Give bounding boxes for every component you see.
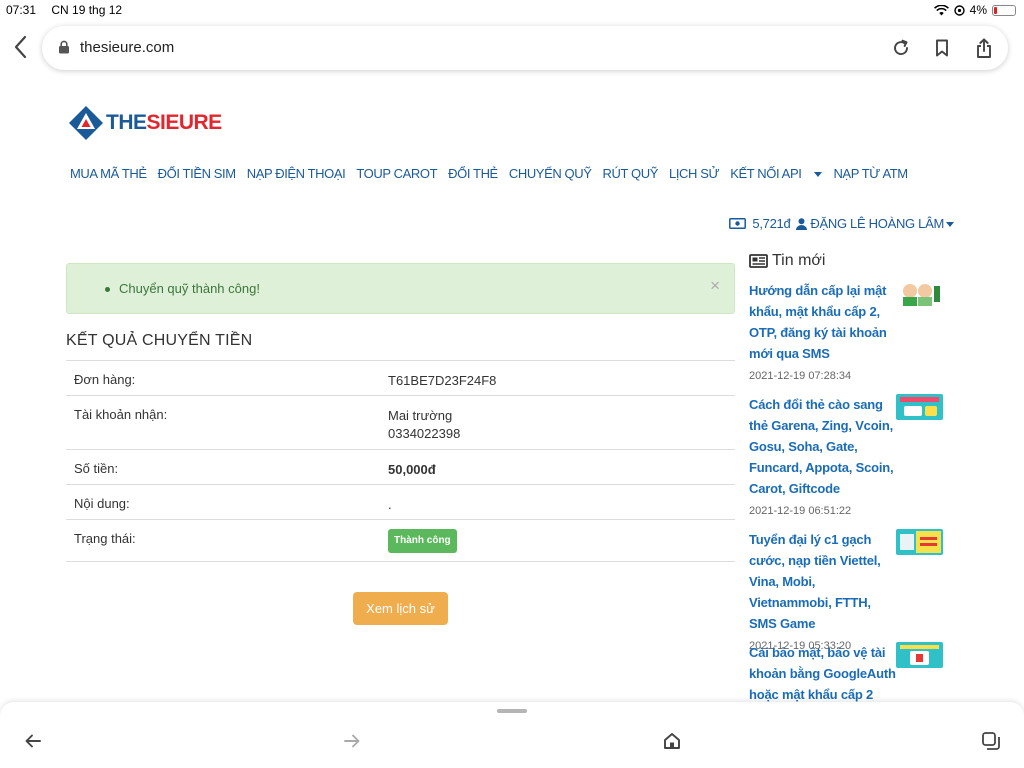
news-item[interactable]: Cài bảo mật, bảo vệ tài khoản bằng Googl… — [749, 642, 949, 705]
nav-rut-quy[interactable]: RÚT QUỸ — [603, 166, 659, 181]
order-id: T61BE7D23F24F8 — [388, 373, 497, 388]
table-row-order: Đơn hàng: T61BE7D23F24F8 — [66, 360, 735, 395]
tabs-icon[interactable] — [980, 730, 1002, 752]
news-title[interactable]: Tuyển đại lý c1 gạch cước, nạp tiền Viet… — [749, 529, 899, 634]
sidebar-title: Tin mới — [749, 252, 825, 270]
nav-chuyen-quy[interactable]: CHUYỂN QUỸ — [509, 166, 592, 181]
alert-message: Chuyển quỹ thành công! — [119, 281, 260, 296]
sidebar-title-text: Tin mới — [772, 252, 826, 269]
main-nav: MUA MÃ THẺ ĐỔI TIỀN SIM NẠP ĐIỆN THOẠI T… — [70, 166, 919, 181]
news-title[interactable]: Hướng dẫn cấp lại mật khẩu, mật khẩu cấp… — [749, 280, 899, 364]
home-icon[interactable] — [661, 730, 683, 752]
news-date: 2021-12-19 06:51:22 — [749, 505, 852, 517]
news-thumbnail[interactable] — [896, 280, 943, 306]
amount-value: 50,000đ — [388, 462, 436, 477]
sheet-handle[interactable] — [497, 709, 527, 713]
row-label: Tài khoản nhận: — [74, 407, 168, 422]
back-chevron-icon[interactable] — [10, 34, 32, 60]
close-icon[interactable]: × — [710, 276, 720, 296]
receiver-phone: 0334022398 — [388, 426, 461, 441]
wallet-balance[interactable]: 5,721đ — [752, 216, 790, 231]
news-date: 2021-12-19 07:28:34 — [749, 370, 852, 382]
battery-percent: 4% — [969, 3, 987, 17]
receiver-value: Mai trường 0334022398 — [388, 407, 460, 443]
row-label: Đơn hàng: — [74, 372, 136, 387]
location-lock-icon — [953, 4, 965, 16]
logo-text-the: THE — [106, 111, 147, 134]
row-label: Trạng thái: — [74, 531, 136, 546]
content-value: . — [388, 497, 392, 512]
table-row-content: Nội dung: . — [66, 484, 735, 519]
news-thumbnail[interactable] — [896, 529, 943, 555]
row-label: Nội dung: — [74, 496, 130, 511]
caret-down-icon — [946, 222, 954, 228]
success-alert: Chuyển quỹ thành công! × — [66, 263, 735, 314]
nav-ket-noi-api[interactable]: KẾT NỐI API — [730, 166, 823, 181]
table-row-amount: Số tiền: 50,000đ — [66, 449, 735, 484]
news-thumbnail[interactable] — [896, 394, 943, 420]
news-title[interactable]: Cài bảo mật, bảo vệ tài khoản bằng Googl… — [749, 642, 899, 705]
wifi-icon — [933, 4, 949, 15]
address-bar[interactable]: thesieure.com — [42, 26, 1008, 70]
bookmark-icon[interactable] — [931, 37, 953, 59]
news-item[interactable]: Tuyển đại lý c1 gạch cước, nạp tiền Viet… — [749, 529, 949, 652]
news-item[interactable]: Cách đổi thẻ cào sang thẻ Garena, Zing, … — [749, 394, 949, 517]
section-title: KẾT QUẢ CHUYỂN TIỀN — [66, 332, 253, 349]
nav-nap-dien-thoai[interactable]: NẠP ĐIỆN THOẠI — [247, 166, 346, 181]
news-title[interactable]: Cách đổi thẻ cào sang thẻ Garena, Zing, … — [749, 394, 899, 499]
nav-mua-ma-the[interactable]: MUA MÃ THẺ — [70, 166, 147, 181]
user-menu[interactable]: ĐẶNG LÊ HOÀNG LÂM — [810, 216, 954, 231]
result-table: Đơn hàng: T61BE7D23F24F8 Tài khoản nhận:… — [66, 360, 735, 562]
nav-doi-tien-sim[interactable]: ĐỔI TIỀN SIM — [158, 166, 236, 181]
newspaper-icon — [749, 254, 768, 268]
status-bar: 07:31 CN 19 thg 12 4% — [0, 0, 1024, 20]
news-item[interactable]: Hướng dẫn cấp lại mật khẩu, mật khẩu cấp… — [749, 280, 949, 382]
nav-ket-noi-api-label: KẾT NỐI API — [730, 166, 802, 181]
nav-doi-the[interactable]: ĐỔI THẺ — [448, 166, 498, 181]
nav-lich-su[interactable]: LỊCH SỬ — [669, 166, 720, 181]
status-badge: Thành công — [388, 529, 457, 553]
url-text[interactable]: thesieure.com — [80, 39, 174, 56]
news-thumbnail[interactable] — [896, 642, 943, 668]
user-icon — [796, 217, 808, 230]
lock-icon — [59, 40, 69, 54]
bullet — [105, 287, 110, 292]
reload-icon[interactable] — [890, 37, 912, 59]
battery-icon — [992, 4, 1016, 16]
view-history-button[interactable]: Xem lịch sử — [353, 592, 448, 625]
status-time: 07:31 — [6, 3, 37, 17]
caret-down-icon — [814, 172, 823, 178]
row-label: Số tiền: — [74, 461, 119, 476]
status-date: CN 19 thg 12 — [51, 3, 123, 17]
site-logo[interactable]: THESIEURE — [68, 105, 222, 141]
table-row-status: Trạng thái: Thành công — [66, 519, 735, 562]
money-icon — [729, 218, 747, 229]
user-info: 5,721đ ĐẶNG LÊ HOÀNG LÂM — [729, 216, 954, 231]
share-icon[interactable] — [973, 37, 995, 59]
logo-text-sieure: SIEURE — [146, 111, 223, 134]
nav-nap-tu-atm[interactable]: NẠP TỪ ATM — [833, 166, 908, 181]
table-row-receiver: Tài khoản nhận: Mai trường 0334022398 — [66, 395, 735, 449]
nav-toup-carot[interactable]: TOUP CAROT — [356, 166, 437, 181]
back-arrow-icon[interactable] — [22, 730, 44, 752]
receiver-name: Mai trường — [388, 408, 453, 423]
browser-toolbar — [0, 702, 1024, 768]
user-name: ĐẶNG LÊ HOÀNG LÂM — [810, 216, 944, 231]
logo-mark-icon — [69, 106, 103, 140]
forward-arrow-icon[interactable] — [341, 730, 363, 752]
